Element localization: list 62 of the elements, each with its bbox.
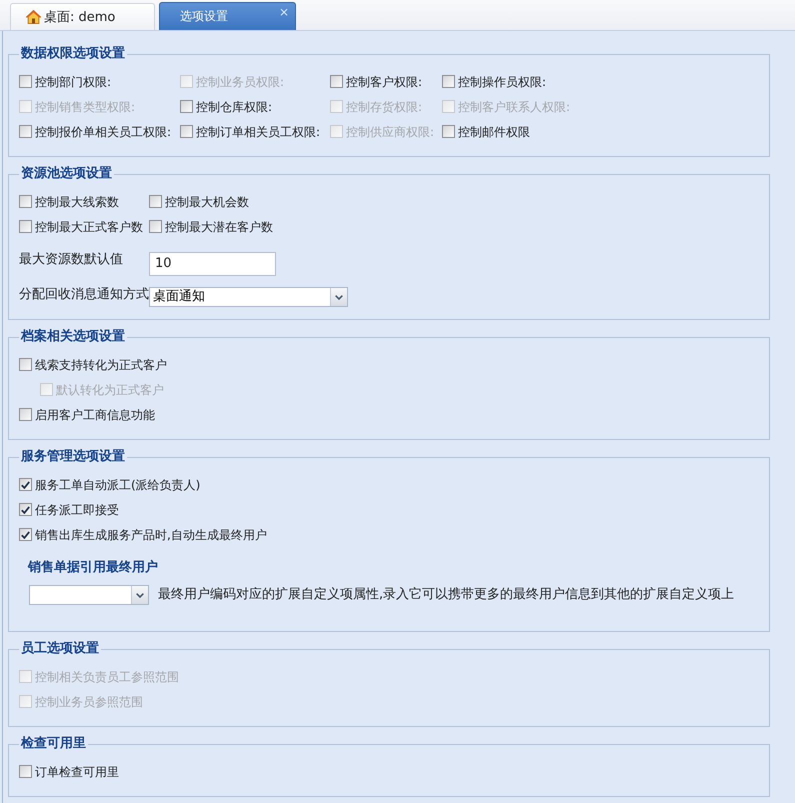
checkbox-label: 任务派工即接受 (35, 502, 119, 516)
checkbox-label: 订单检查可用里 (35, 764, 119, 778)
checkbox[interactable] (19, 528, 32, 541)
checkbox-label: 控制邮件权限 (458, 124, 530, 138)
checkbox-label: 默认转化为正式客户 (56, 382, 164, 396)
checkbox[interactable] (442, 125, 455, 138)
dropdown-select[interactable]: 桌面通知 (149, 287, 348, 307)
checkbox-label: 控制业务员权限: (196, 74, 284, 88)
checkbox-label: 控制供应商权限: (346, 124, 434, 138)
checkmark-icon (21, 480, 30, 488)
checkbox[interactable] (180, 100, 193, 113)
checkbox-label: 控制销售类型权限: (35, 100, 136, 114)
checkbox[interactable] (19, 478, 32, 491)
checkbox[interactable] (19, 75, 32, 88)
checkbox-label: 服务工单自动派工(派给负责人) (35, 478, 200, 492)
section-title: 员工选项设置 (20, 642, 100, 656)
checkbox-label: 控制最大机会数 (165, 194, 249, 208)
section-title: 数据权限选项设置 (20, 47, 126, 61)
checkbox-label: 控制客户权限: (346, 74, 422, 88)
house-icon (26, 10, 41, 24)
checkbox[interactable] (19, 195, 32, 208)
tab[interactable]: 桌面: demo (10, 3, 155, 30)
checkbox[interactable] (19, 408, 32, 421)
tab[interactable]: 选项设置 × (159, 2, 296, 30)
chevron-down-icon[interactable] (131, 586, 148, 604)
checkbox-label: 控制业务员参照范围 (35, 694, 143, 708)
checkbox[interactable] (330, 75, 343, 88)
checkbox-label: 控制操作员权限: (458, 74, 546, 88)
checkbox[interactable] (149, 220, 162, 233)
checkbox-label: 启用客户工商信息功能 (35, 408, 155, 422)
checkbox-label: 控制客户联系人权限: (458, 100, 570, 114)
checkbox-label: 控制仓库权限: (196, 100, 272, 114)
checkbox[interactable] (19, 358, 32, 371)
chevron-down-icon[interactable] (330, 288, 347, 306)
checkmark-icon (21, 530, 30, 538)
checkbox-label: 销售出库生成服务产品时,自动生成最终用户 (35, 528, 267, 542)
section-title: 检查可用里 (20, 737, 87, 751)
checkbox[interactable] (19, 125, 32, 138)
checkbox-label: 控制存货权限: (346, 100, 422, 114)
checkbox-label: 控制最大正式客户数 (35, 220, 143, 234)
section-title: 资源池选项设置 (20, 167, 113, 181)
field-label: 分配回收消息通知方式 (19, 287, 149, 303)
checkbox[interactable] (180, 125, 193, 138)
field-label: 最大资源数默认值 (19, 252, 123, 268)
subsection-title: 销售单据引用最终用户 (28, 561, 158, 575)
checkbox[interactable] (442, 75, 455, 88)
checkbox[interactable] (149, 195, 162, 208)
help-text: 最终用户编码对应的扩展自定义项属性,录入它可以携带更多的最终用户信息到其他的扩展自定义项上 (158, 587, 734, 603)
checkbox[interactable] (19, 220, 32, 233)
checkbox-label: 控制部门权限: (35, 74, 112, 88)
checkmark-icon (21, 506, 30, 514)
checkbox-label: 控制最大潜在客户数 (165, 220, 273, 234)
checkbox-label: 控制报价单相关员工权限: (35, 124, 172, 138)
text-input[interactable]: 10 (149, 252, 276, 276)
checkbox[interactable] (19, 765, 32, 778)
checkbox-label: 线索支持转化为正式客户 (35, 358, 167, 372)
checkbox-label: 控制相关负责员工参照范围 (35, 670, 179, 684)
checkbox[interactable] (19, 503, 32, 516)
section-title: 服务管理选项设置 (20, 450, 126, 464)
checkbox-label: 控制最大线索数 (35, 194, 119, 208)
section-title: 档案相关选项设置 (20, 330, 126, 344)
checkbox-label: 控制订单相关员工权限: (196, 124, 320, 138)
